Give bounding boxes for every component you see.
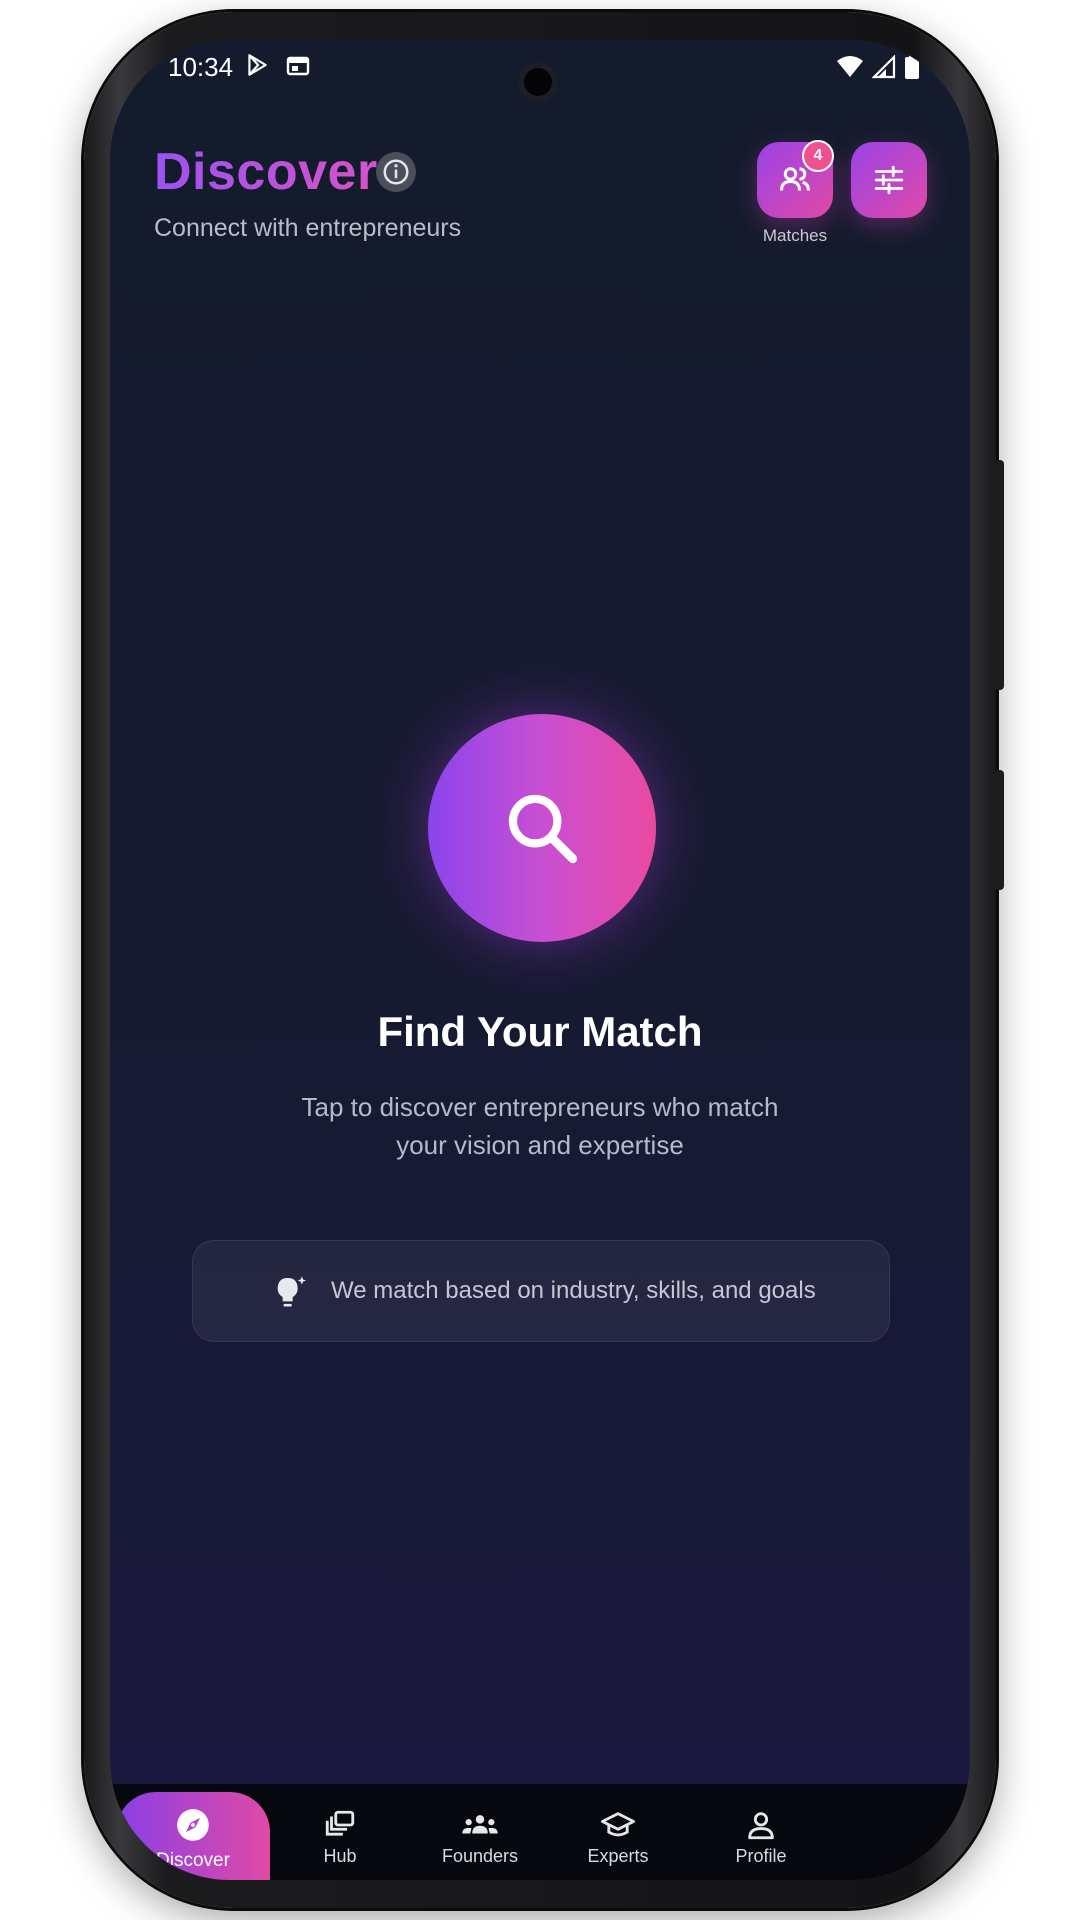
match-hint-card: We match based on industry, skills, and … <box>192 1240 890 1342</box>
calendar-icon <box>286 55 310 82</box>
app-screen: 10:34 Discover Connect with entrepreneur… <box>110 40 970 1880</box>
lightbulb-icon <box>271 1273 311 1318</box>
status-icons <box>836 54 920 80</box>
graduation-cap-icon <box>599 1808 637 1842</box>
person-icon <box>744 1808 778 1842</box>
nav-item-hub[interactable]: Hub <box>270 1784 410 1880</box>
sliders-icon <box>874 165 904 195</box>
play-store-icon <box>244 52 270 83</box>
filter-button[interactable] <box>851 142 927 218</box>
matches-label: Matches <box>762 226 828 245</box>
status-bar: 10:34 <box>110 40 970 110</box>
page-subtitle: Connect with entrepreneurs <box>154 214 462 242</box>
nav-item-discover[interactable]: Discover <box>116 1792 270 1880</box>
status-time: 10:34 <box>168 52 234 82</box>
cards-icon <box>323 1808 357 1842</box>
page-title: Discover <box>154 143 378 201</box>
bottom-navigation: Discover Hub Founders Experts Profile <box>110 1784 970 1880</box>
search-icon <box>508 794 578 864</box>
discover-search-button[interactable] <box>428 714 656 942</box>
people-icon <box>460 1808 500 1842</box>
find-match-heading: Find Your Match <box>377 1008 703 1055</box>
nav-item-profile[interactable]: Profile <box>686 1784 836 1880</box>
nav-label-experts: Experts <box>587 1846 649 1866</box>
info-icon[interactable] <box>376 152 416 192</box>
volume-button <box>994 770 1004 890</box>
find-match-description: Tap to discover entrepreneurs who match … <box>301 1092 779 1160</box>
nav-label-profile: Profile <box>735 1846 787 1866</box>
power-button <box>994 460 1004 690</box>
wifi-icon <box>837 56 863 77</box>
nav-item-experts[interactable]: Experts <box>548 1784 688 1880</box>
nav-item-founders[interactable]: Founders <box>410 1784 550 1880</box>
nav-label-hub: Hub <box>323 1846 357 1866</box>
compass-icon <box>174 1808 212 1842</box>
signal-icon <box>872 55 896 79</box>
battery-icon <box>905 54 919 79</box>
match-hint-text: We match based on industry, skills, and … <box>331 1277 816 1304</box>
nav-label-discover: Discover <box>156 1850 230 1871</box>
matches-count-badge: 4 <box>802 140 834 172</box>
front-camera <box>518 62 558 102</box>
nav-label-founders: Founders <box>441 1846 519 1866</box>
